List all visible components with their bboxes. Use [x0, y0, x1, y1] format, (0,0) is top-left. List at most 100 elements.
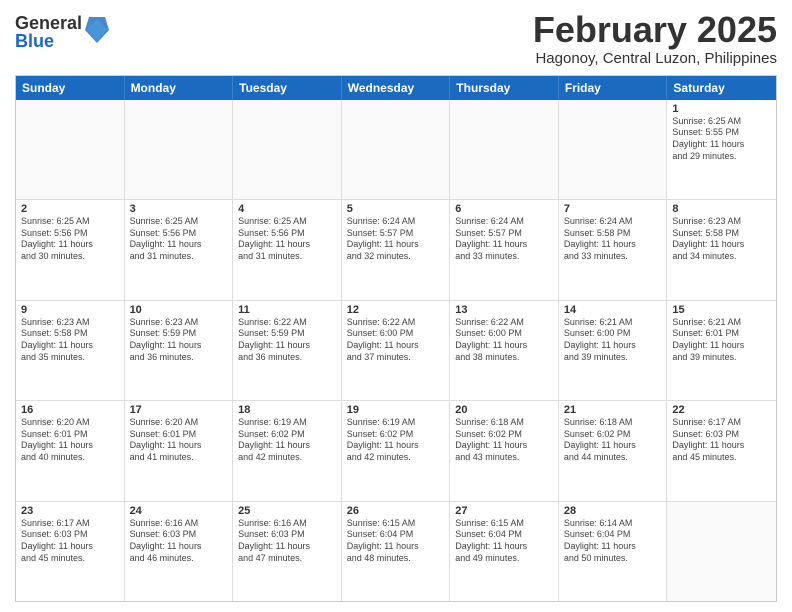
title-block: February 2025 Hagonoy, Central Luzon, Ph… — [533, 10, 777, 67]
header-day-monday: Monday — [125, 76, 234, 100]
page-title: February 2025 — [533, 10, 777, 50]
day-info: Sunrise: 6:22 AM Sunset: 6:00 PM Dayligh… — [455, 317, 553, 364]
day-info: Sunrise: 6:23 AM Sunset: 5:58 PM Dayligh… — [672, 216, 771, 263]
day-number: 8 — [672, 203, 771, 215]
calendar-cell: 19Sunrise: 6:19 AM Sunset: 6:02 PM Dayli… — [342, 401, 451, 500]
calendar-cell — [559, 100, 668, 199]
day-number: 20 — [455, 404, 553, 416]
header-day-thursday: Thursday — [450, 76, 559, 100]
day-number: 23 — [21, 505, 119, 517]
day-info: Sunrise: 6:25 AM Sunset: 5:56 PM Dayligh… — [238, 216, 336, 263]
calendar-cell: 3Sunrise: 6:25 AM Sunset: 5:56 PM Daylig… — [125, 200, 234, 299]
day-info: Sunrise: 6:25 AM Sunset: 5:56 PM Dayligh… — [130, 216, 228, 263]
day-info: Sunrise: 6:20 AM Sunset: 6:01 PM Dayligh… — [21, 417, 119, 464]
calendar-cell — [450, 100, 559, 199]
calendar-cell: 5Sunrise: 6:24 AM Sunset: 5:57 PM Daylig… — [342, 200, 451, 299]
day-info: Sunrise: 6:18 AM Sunset: 6:02 PM Dayligh… — [564, 417, 662, 464]
day-info: Sunrise: 6:18 AM Sunset: 6:02 PM Dayligh… — [455, 417, 553, 464]
calendar-cell: 1Sunrise: 6:25 AM Sunset: 5:55 PM Daylig… — [667, 100, 776, 199]
calendar-cell: 10Sunrise: 6:23 AM Sunset: 5:59 PM Dayli… — [125, 301, 234, 400]
calendar-cell: 20Sunrise: 6:18 AM Sunset: 6:02 PM Dayli… — [450, 401, 559, 500]
calendar-cell: 11Sunrise: 6:22 AM Sunset: 5:59 PM Dayli… — [233, 301, 342, 400]
day-info: Sunrise: 6:25 AM Sunset: 5:56 PM Dayligh… — [21, 216, 119, 263]
logo: General Blue — [15, 14, 109, 50]
day-number: 11 — [238, 304, 336, 316]
calendar-cell: 24Sunrise: 6:16 AM Sunset: 6:03 PM Dayli… — [125, 502, 234, 601]
calendar-cell: 2Sunrise: 6:25 AM Sunset: 5:56 PM Daylig… — [16, 200, 125, 299]
calendar-cell: 26Sunrise: 6:15 AM Sunset: 6:04 PM Dayli… — [342, 502, 451, 601]
day-info: Sunrise: 6:20 AM Sunset: 6:01 PM Dayligh… — [130, 417, 228, 464]
day-number: 24 — [130, 505, 228, 517]
header-day-saturday: Saturday — [667, 76, 776, 100]
calendar-cell — [342, 100, 451, 199]
day-info: Sunrise: 6:24 AM Sunset: 5:57 PM Dayligh… — [455, 216, 553, 263]
calendar-cell: 8Sunrise: 6:23 AM Sunset: 5:58 PM Daylig… — [667, 200, 776, 299]
calendar-cell: 25Sunrise: 6:16 AM Sunset: 6:03 PM Dayli… — [233, 502, 342, 601]
day-info: Sunrise: 6:23 AM Sunset: 5:59 PM Dayligh… — [130, 317, 228, 364]
page-subtitle: Hagonoy, Central Luzon, Philippines — [533, 50, 777, 67]
day-number: 6 — [455, 203, 553, 215]
calendar-cell: 28Sunrise: 6:14 AM Sunset: 6:04 PM Dayli… — [559, 502, 668, 601]
day-number: 5 — [347, 203, 445, 215]
calendar-cell: 27Sunrise: 6:15 AM Sunset: 6:04 PM Dayli… — [450, 502, 559, 601]
day-info: Sunrise: 6:15 AM Sunset: 6:04 PM Dayligh… — [455, 518, 553, 565]
calendar-cell: 6Sunrise: 6:24 AM Sunset: 5:57 PM Daylig… — [450, 200, 559, 299]
calendar-week-3: 9Sunrise: 6:23 AM Sunset: 5:58 PM Daylig… — [16, 300, 776, 400]
day-number: 2 — [21, 203, 119, 215]
day-number: 15 — [672, 304, 771, 316]
day-number: 26 — [347, 505, 445, 517]
day-number: 22 — [672, 404, 771, 416]
day-number: 27 — [455, 505, 553, 517]
calendar-cell: 9Sunrise: 6:23 AM Sunset: 5:58 PM Daylig… — [16, 301, 125, 400]
calendar-cell: 22Sunrise: 6:17 AM Sunset: 6:03 PM Dayli… — [667, 401, 776, 500]
day-info: Sunrise: 6:16 AM Sunset: 6:03 PM Dayligh… — [130, 518, 228, 565]
calendar-body: 1Sunrise: 6:25 AM Sunset: 5:55 PM Daylig… — [16, 100, 776, 601]
day-number: 4 — [238, 203, 336, 215]
calendar-week-2: 2Sunrise: 6:25 AM Sunset: 5:56 PM Daylig… — [16, 199, 776, 299]
day-info: Sunrise: 6:21 AM Sunset: 6:01 PM Dayligh… — [672, 317, 771, 364]
day-info: Sunrise: 6:24 AM Sunset: 5:57 PM Dayligh… — [347, 216, 445, 263]
day-info: Sunrise: 6:22 AM Sunset: 5:59 PM Dayligh… — [238, 317, 336, 364]
day-number: 9 — [21, 304, 119, 316]
calendar-cell — [233, 100, 342, 199]
day-number: 25 — [238, 505, 336, 517]
day-info: Sunrise: 6:16 AM Sunset: 6:03 PM Dayligh… — [238, 518, 336, 565]
calendar-cell: 23Sunrise: 6:17 AM Sunset: 6:03 PM Dayli… — [16, 502, 125, 601]
calendar-cell: 14Sunrise: 6:21 AM Sunset: 6:00 PM Dayli… — [559, 301, 668, 400]
day-number: 16 — [21, 404, 119, 416]
calendar-cell: 16Sunrise: 6:20 AM Sunset: 6:01 PM Dayli… — [16, 401, 125, 500]
day-info: Sunrise: 6:21 AM Sunset: 6:00 PM Dayligh… — [564, 317, 662, 364]
header-day-sunday: Sunday — [16, 76, 125, 100]
header-day-wednesday: Wednesday — [342, 76, 451, 100]
calendar-week-5: 23Sunrise: 6:17 AM Sunset: 6:03 PM Dayli… — [16, 501, 776, 601]
day-number: 12 — [347, 304, 445, 316]
day-info: Sunrise: 6:17 AM Sunset: 6:03 PM Dayligh… — [21, 518, 119, 565]
day-number: 10 — [130, 304, 228, 316]
day-info: Sunrise: 6:23 AM Sunset: 5:58 PM Dayligh… — [21, 317, 119, 364]
calendar-cell: 13Sunrise: 6:22 AM Sunset: 6:00 PM Dayli… — [450, 301, 559, 400]
calendar-cell: 15Sunrise: 6:21 AM Sunset: 6:01 PM Dayli… — [667, 301, 776, 400]
day-number: 28 — [564, 505, 662, 517]
calendar-cell — [125, 100, 234, 199]
day-info: Sunrise: 6:22 AM Sunset: 6:00 PM Dayligh… — [347, 317, 445, 364]
header-day-tuesday: Tuesday — [233, 76, 342, 100]
day-info: Sunrise: 6:17 AM Sunset: 6:03 PM Dayligh… — [672, 417, 771, 464]
day-number: 18 — [238, 404, 336, 416]
calendar-week-1: 1Sunrise: 6:25 AM Sunset: 5:55 PM Daylig… — [16, 100, 776, 199]
calendar-cell — [16, 100, 125, 199]
calendar-cell: 12Sunrise: 6:22 AM Sunset: 6:00 PM Dayli… — [342, 301, 451, 400]
day-info: Sunrise: 6:19 AM Sunset: 6:02 PM Dayligh… — [347, 417, 445, 464]
day-info: Sunrise: 6:14 AM Sunset: 6:04 PM Dayligh… — [564, 518, 662, 565]
day-number: 14 — [564, 304, 662, 316]
day-number: 19 — [347, 404, 445, 416]
day-info: Sunrise: 6:25 AM Sunset: 5:55 PM Dayligh… — [672, 116, 771, 163]
calendar-cell: 4Sunrise: 6:25 AM Sunset: 5:56 PM Daylig… — [233, 200, 342, 299]
header-day-friday: Friday — [559, 76, 668, 100]
logo-icon — [85, 15, 109, 45]
calendar-cell — [667, 502, 776, 601]
day-info: Sunrise: 6:15 AM Sunset: 6:04 PM Dayligh… — [347, 518, 445, 565]
day-number: 1 — [672, 103, 771, 115]
calendar-cell: 21Sunrise: 6:18 AM Sunset: 6:02 PM Dayli… — [559, 401, 668, 500]
day-number: 21 — [564, 404, 662, 416]
day-number: 3 — [130, 203, 228, 215]
